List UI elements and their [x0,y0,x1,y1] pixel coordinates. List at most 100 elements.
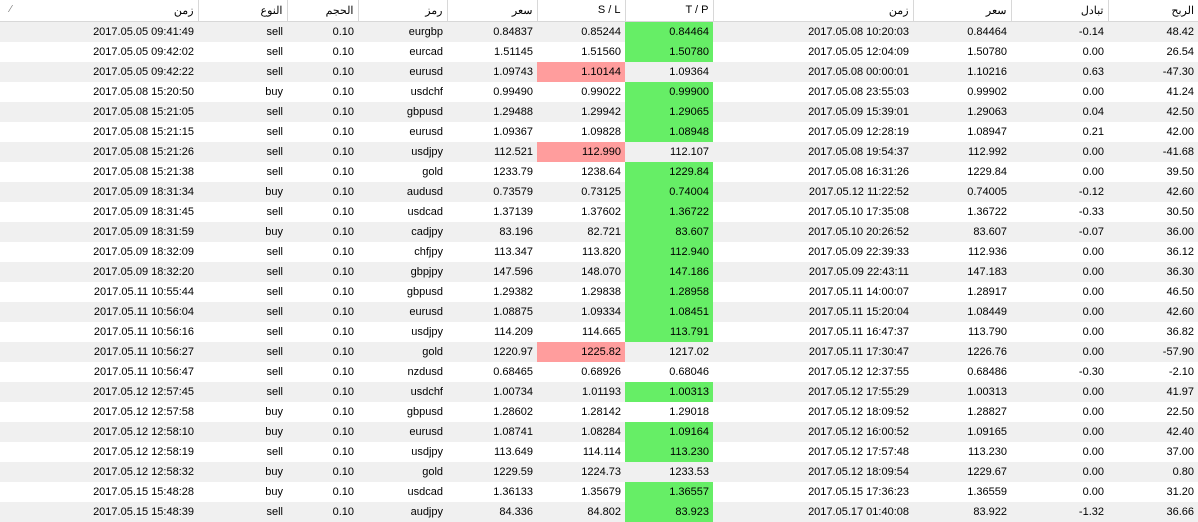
table-row[interactable]: 2017.05.05 09:41:49 sell 0.10 eurgbp 0.84837… [0,21,1198,42]
take-profit-cell: 0.84464 [625,21,713,42]
close-time-cell: 2017.05.12 17:57:48 [713,441,913,462]
take-profit-cell: 1.08451 [625,301,713,322]
header-profit[interactable]: الربح [1108,0,1198,22]
open-price-cell: 83.196 [447,221,537,242]
open-time-cell: 2017.05.09 18:32:20 [0,261,198,282]
symbol-cell: usdjpy [358,321,447,342]
close-price-cell: 113.790 [913,321,1011,342]
table-row[interactable]: 2017.05.08 15:21:05 sell 0.10 gbpusd 1.29488… [0,101,1198,122]
swap-cell: 0.00 [1011,401,1108,422]
symbol-cell: gold [358,341,447,362]
table-row[interactable]: 2017.05.09 18:32:09 sell 0.10 chfjpy 113.347… [0,241,1198,262]
size-cell: 0.10 [287,41,358,62]
table-row[interactable]: 2017.05.15 15:48:28 buy 0.10 usdcad 1.36133 1… [0,481,1198,502]
table-row[interactable]: 2017.05.12 12:58:32 buy 0.10 gold 1229.59 122… [0,461,1198,482]
close-time-cell: 2017.05.12 17:55:29 [713,381,913,402]
stop-loss-cell: 1224.73 [537,461,625,482]
header-size[interactable]: الحجم [287,0,359,22]
type-cell: buy [198,481,287,502]
size-cell: 0.10 [287,221,358,242]
table-row[interactable]: 2017.05.12 12:58:10 buy 0.10 eurusd 1.08741 1… [0,421,1198,442]
swap-cell: 0.63 [1011,61,1108,82]
table-row[interactable]: 2017.05.08 15:21:26 sell 0.10 usdjpy 112.521… [0,141,1198,162]
type-cell: sell [198,241,287,262]
take-profit-cell: 0.99900 [625,81,713,102]
close-time-cell: 2017.05.11 14:00:07 [713,281,913,302]
type-cell: sell [198,61,287,82]
table-row[interactable]: 2017.05.12 12:58:19 sell 0.10 usdjpy 113.649… [0,441,1198,462]
stop-loss-cell: 1.37602 [537,201,625,222]
close-price-cell: 1.10216 [913,61,1011,82]
symbol-cell: audusd [358,181,447,202]
open-time-cell: 2017.05.12 12:58:19 [0,441,198,462]
take-profit-cell: 112.940 [625,241,713,262]
type-cell: sell [198,261,287,282]
size-cell: 0.10 [287,421,358,442]
close-price-cell: 1.08947 [913,121,1011,142]
open-time-cell: 2017.05.09 18:32:09 [0,241,198,262]
table-row[interactable]: 2017.05.08 15:21:15 sell 0.10 eurusd 1.09367… [0,121,1198,142]
type-cell: sell [198,101,287,122]
stop-loss-cell: 1.10144 [537,61,625,82]
table-row[interactable]: 2017.05.05 09:42:02 sell 0.10 eurcad 1.51145… [0,41,1198,62]
table-row[interactable]: 2017.05.08 15:21:38 sell 0.10 gold 1233.79 12… [0,161,1198,182]
symbol-cell: eurusd [358,121,447,142]
header-take-profit[interactable]: T / P [625,0,714,22]
type-cell: buy [198,461,287,482]
table-row[interactable]: 2017.05.11 10:56:27 sell 0.10 gold 1220.97 12… [0,341,1198,362]
type-cell: sell [198,141,287,162]
header-type[interactable]: النوع [198,0,288,22]
swap-cell: -0.30 [1011,361,1108,382]
header-stop-loss[interactable]: S / L [537,0,626,22]
close-time-cell: 2017.05.08 00:00:01 [713,61,913,82]
table-row[interactable]: 2017.05.09 18:31:45 sell 0.10 usdcad 1.37139… [0,201,1198,222]
table-row[interactable]: 2017.05.11 10:56:47 sell 0.10 nzdusd 0.68465… [0,361,1198,382]
header-swap[interactable]: تبادل [1011,0,1109,22]
symbol-cell: usdjpy [358,441,447,462]
table-row[interactable]: 2017.05.09 18:31:34 buy 0.10 audusd 0.73579 0… [0,181,1198,202]
header-open-price[interactable]: سعر [447,0,538,22]
table-row[interactable]: 2017.05.11 10:56:16 sell 0.10 usdjpy 114.209… [0,321,1198,342]
close-time-cell: 2017.05.05 12:04:09 [713,41,913,62]
close-price-cell: 1.08449 [913,301,1011,322]
close-price-cell: 1.36559 [913,481,1011,502]
open-price-cell: 0.73579 [447,181,537,202]
table-row[interactable]: 2017.05.09 18:32:20 sell 0.10 gbpjpy 147.596… [0,261,1198,282]
profit-cell: 36.12 [1108,241,1198,262]
open-time-cell: 2017.05.08 15:21:15 [0,121,198,142]
open-time-cell: 2017.05.12 12:57:58 [0,401,198,422]
table-row[interactable]: 2017.05.12 12:57:45 sell 0.10 usdchf 1.00734… [0,381,1198,402]
stop-loss-cell: 0.99022 [537,81,625,102]
table-row[interactable]: 2017.05.12 12:57:58 buy 0.10 gbpusd 1.28602 1… [0,401,1198,422]
open-price-cell: 1.29382 [447,281,537,302]
close-price-cell: 1229.67 [913,461,1011,482]
symbol-cell: usdcad [358,481,447,502]
symbol-cell: gbpusd [358,281,447,302]
table-row[interactable]: 2017.05.09 18:31:59 buy 0.10 cadjpy 83.196 82… [0,221,1198,242]
header-close-time[interactable]: زمن [713,0,914,22]
close-time-cell: 2017.05.12 18:09:54 [713,461,913,482]
close-price-cell: 83.607 [913,221,1011,242]
open-price-cell: 1.09367 [447,121,537,142]
close-time-cell: 2017.05.09 22:43:11 [713,261,913,282]
table-row[interactable]: 2017.05.11 10:56:04 sell 0.10 eurusd 1.08875… [0,301,1198,322]
table-row[interactable]: 2017.05.05 09:42:22 sell 0.10 eurusd 1.09743… [0,61,1198,82]
header-symbol[interactable]: رمز [358,0,448,22]
open-time-cell: 2017.05.11 10:56:27 [0,341,198,362]
table-row[interactable]: 2017.05.08 15:20:50 buy 0.10 usdchf 0.99490 0… [0,81,1198,102]
close-time-cell: 2017.05.09 12:28:19 [713,121,913,142]
table-row[interactable]: 2017.05.11 10:55:44 sell 0.10 gbpusd 1.29382… [0,281,1198,302]
size-cell: 0.10 [287,301,358,322]
profit-cell: 48.42 [1108,21,1198,42]
stop-loss-cell: 1.29838 [537,281,625,302]
stop-loss-cell: 1.08284 [537,421,625,442]
open-price-cell: 113.649 [447,441,537,462]
header-close-price[interactable]: سعر [913,0,1012,22]
close-price-cell: 113.230 [913,441,1011,462]
header-open-time[interactable]: ⁄ زمن [0,0,199,22]
sort-arrow-icon: ⁄ [10,3,12,15]
table-header-row: ⁄ زمن النوع الحجم رمز سعر S / L T / P زمن… [0,0,1198,22]
open-price-cell: 0.68465 [447,361,537,382]
swap-cell: 0.00 [1011,341,1108,362]
size-cell: 0.10 [287,441,358,462]
